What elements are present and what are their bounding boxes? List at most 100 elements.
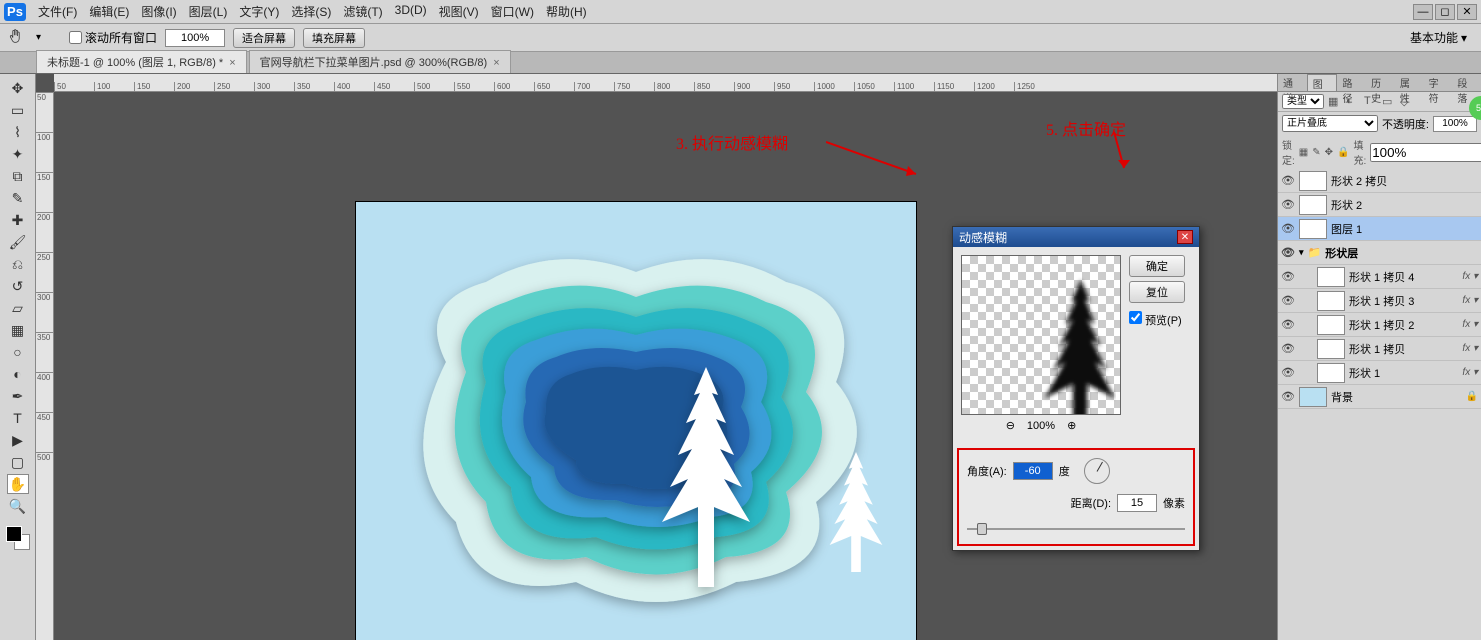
stamp-tool[interactable]: ⎌	[7, 254, 29, 274]
layer-row[interactable]: 👁形状 1 拷贝 3fx ▾	[1278, 289, 1481, 313]
close-button[interactable]: ✕	[1457, 4, 1477, 20]
layer-row[interactable]: 👁形状 2	[1278, 193, 1481, 217]
panel-tab[interactable]: 属性	[1395, 74, 1424, 91]
visibility-icon[interactable]: 👁	[1281, 366, 1295, 379]
dodge-tool[interactable]: ◐	[7, 364, 29, 384]
layer-row[interactable]: 👁▾📁形状层	[1278, 241, 1481, 265]
zoom-tool[interactable]: 🔍	[7, 496, 29, 516]
ok-button[interactable]: 确定	[1129, 255, 1185, 277]
history-brush-tool[interactable]: ↺	[7, 276, 29, 296]
distance-input[interactable]	[1117, 494, 1157, 512]
menu-item[interactable]: 帮助(H)	[540, 3, 593, 20]
dialog-titlebar[interactable]: 动感模糊 ✕	[953, 227, 1199, 247]
menu-item[interactable]: 图像(I)	[135, 3, 182, 20]
eyedropper-tool[interactable]: ✎	[7, 188, 29, 208]
layer-kind-select[interactable]: 类型	[1282, 94, 1324, 109]
menu-item[interactable]: 滤镜(T)	[337, 3, 388, 20]
distance-slider[interactable]	[967, 522, 1185, 536]
layer-row[interactable]: 👁形状 1 拷贝 4fx ▾	[1278, 265, 1481, 289]
menu-item[interactable]: 选择(S)	[285, 3, 337, 20]
crop-tool[interactable]: ⧉	[7, 166, 29, 186]
menu-item[interactable]: 文件(F)	[32, 3, 83, 20]
lock-position-icon[interactable]: ✥	[1325, 147, 1333, 158]
fit-screen-button[interactable]: 适合屏幕	[233, 28, 295, 48]
scroll-all-checkbox[interactable]: 滚动所有窗口	[69, 29, 157, 46]
visibility-icon[interactable]: 👁	[1281, 198, 1295, 211]
filter-smart-icon[interactable]: ◇	[1400, 95, 1414, 109]
marquee-tool[interactable]: ▭	[7, 100, 29, 120]
dialog-close-button[interactable]: ✕	[1177, 230, 1193, 244]
magic-wand-tool[interactable]: ✦	[7, 144, 29, 164]
menu-item[interactable]: 视图(V)	[433, 3, 485, 20]
maximize-button[interactable]: ◻	[1435, 4, 1455, 20]
fx-badge[interactable]: fx ▾	[1462, 343, 1478, 354]
angle-input[interactable]	[1013, 462, 1053, 480]
panel-tab[interactable]: 路径	[1337, 74, 1366, 91]
hand-tool[interactable]: ✋	[7, 474, 29, 494]
panel-tab[interactable]: 字符	[1424, 74, 1453, 91]
visibility-icon[interactable]: 👁	[1281, 390, 1295, 403]
layer-row[interactable]: 👁背景🔒	[1278, 385, 1481, 409]
healing-brush-tool[interactable]: ✚	[7, 210, 29, 230]
visibility-icon[interactable]: 👁	[1281, 270, 1295, 283]
fx-badge[interactable]: fx ▾	[1462, 295, 1478, 306]
preview-checkbox[interactable]: 预览(P)	[1129, 311, 1185, 328]
filter-shape-icon[interactable]: ▭	[1382, 95, 1396, 109]
fx-badge[interactable]: fx ▾	[1462, 367, 1478, 378]
path-select-tool[interactable]: ▶	[7, 430, 29, 450]
lock-paint-icon[interactable]: ✎	[1312, 147, 1320, 158]
document-tab[interactable]: 未标题-1 @ 100% (图层 1, RGB/8) *×	[36, 50, 247, 73]
close-icon[interactable]: ×	[229, 57, 235, 69]
tool-preset-dropdown[interactable]: ▾	[36, 32, 41, 43]
zoom-input[interactable]	[165, 29, 225, 47]
layer-row[interactable]: 👁形状 1fx ▾	[1278, 361, 1481, 385]
menu-item[interactable]: 文字(Y)	[233, 3, 285, 20]
preview-zoom-in[interactable]: ⊕	[1067, 419, 1076, 432]
layer-row[interactable]: 👁形状 1 拷贝 2fx ▾	[1278, 313, 1481, 337]
menu-item[interactable]: 编辑(E)	[83, 3, 135, 20]
opacity-input[interactable]	[1433, 116, 1477, 132]
eraser-tool[interactable]: ▱	[7, 298, 29, 318]
pen-tool[interactable]: ✒	[7, 386, 29, 406]
panel-tab[interactable]: 历史	[1366, 74, 1395, 91]
chevron-down-icon[interactable]: ▾	[1299, 247, 1304, 258]
angle-dial[interactable]	[1084, 458, 1110, 484]
layer-row[interactable]: 👁形状 2 拷贝	[1278, 169, 1481, 193]
rectangle-tool[interactable]: ▢	[7, 452, 29, 472]
menu-item[interactable]: 窗口(W)	[485, 3, 540, 20]
reset-button[interactable]: 复位	[1129, 281, 1185, 303]
layer-row[interactable]: 👁形状 1 拷贝fx ▾	[1278, 337, 1481, 361]
lock-transparent-icon[interactable]: ▦	[1299, 147, 1308, 158]
brush-tool[interactable]: 🖌	[7, 232, 29, 252]
visibility-icon[interactable]: 👁	[1281, 294, 1295, 307]
fill-screen-button[interactable]: 填充屏幕	[303, 28, 365, 48]
lasso-tool[interactable]: ⌇	[7, 122, 29, 142]
menu-item[interactable]: 图层(L)	[183, 3, 234, 20]
layer-row[interactable]: 👁图层 1	[1278, 217, 1481, 241]
document-tab[interactable]: 官网导航栏下拉菜单图片.psd @ 300%(RGB/8)×	[249, 50, 511, 73]
visibility-icon[interactable]: 👁	[1281, 222, 1295, 235]
preview-zoom-out[interactable]: ⊖	[1006, 419, 1015, 432]
filter-pixel-icon[interactable]: ▦	[1328, 95, 1342, 109]
fill-input[interactable]	[1370, 143, 1481, 162]
canvas-area[interactable]: 5010015020025030035040045050055060065070…	[36, 74, 1277, 640]
fx-badge[interactable]: fx ▾	[1462, 319, 1478, 330]
visibility-icon[interactable]: 👁	[1281, 174, 1295, 187]
menu-item[interactable]: 3D(D)	[389, 3, 433, 20]
panel-tab[interactable]: 段落	[1452, 74, 1481, 91]
workspace-preset-dropdown[interactable]: 基本功能▾	[1410, 29, 1467, 46]
panel-tab[interactable]: 通道	[1278, 74, 1307, 91]
lock-all-icon[interactable]: 🔒	[1337, 147, 1349, 158]
move-tool[interactable]: ✥	[7, 78, 29, 98]
type-tool[interactable]: T	[7, 408, 29, 428]
filter-adjust-icon[interactable]: ◐	[1346, 95, 1360, 109]
fx-badge[interactable]: fx ▾	[1462, 271, 1478, 282]
minimize-button[interactable]: —	[1413, 4, 1433, 20]
color-swatch[interactable]	[6, 526, 30, 550]
visibility-icon[interactable]: 👁	[1281, 318, 1295, 331]
blend-mode-select[interactable]: 正片叠底	[1282, 115, 1378, 132]
visibility-icon[interactable]: 👁	[1281, 342, 1295, 355]
visibility-icon[interactable]: 👁	[1281, 246, 1295, 259]
gradient-tool[interactable]: ▦	[7, 320, 29, 340]
blur-tool[interactable]: ○	[7, 342, 29, 362]
